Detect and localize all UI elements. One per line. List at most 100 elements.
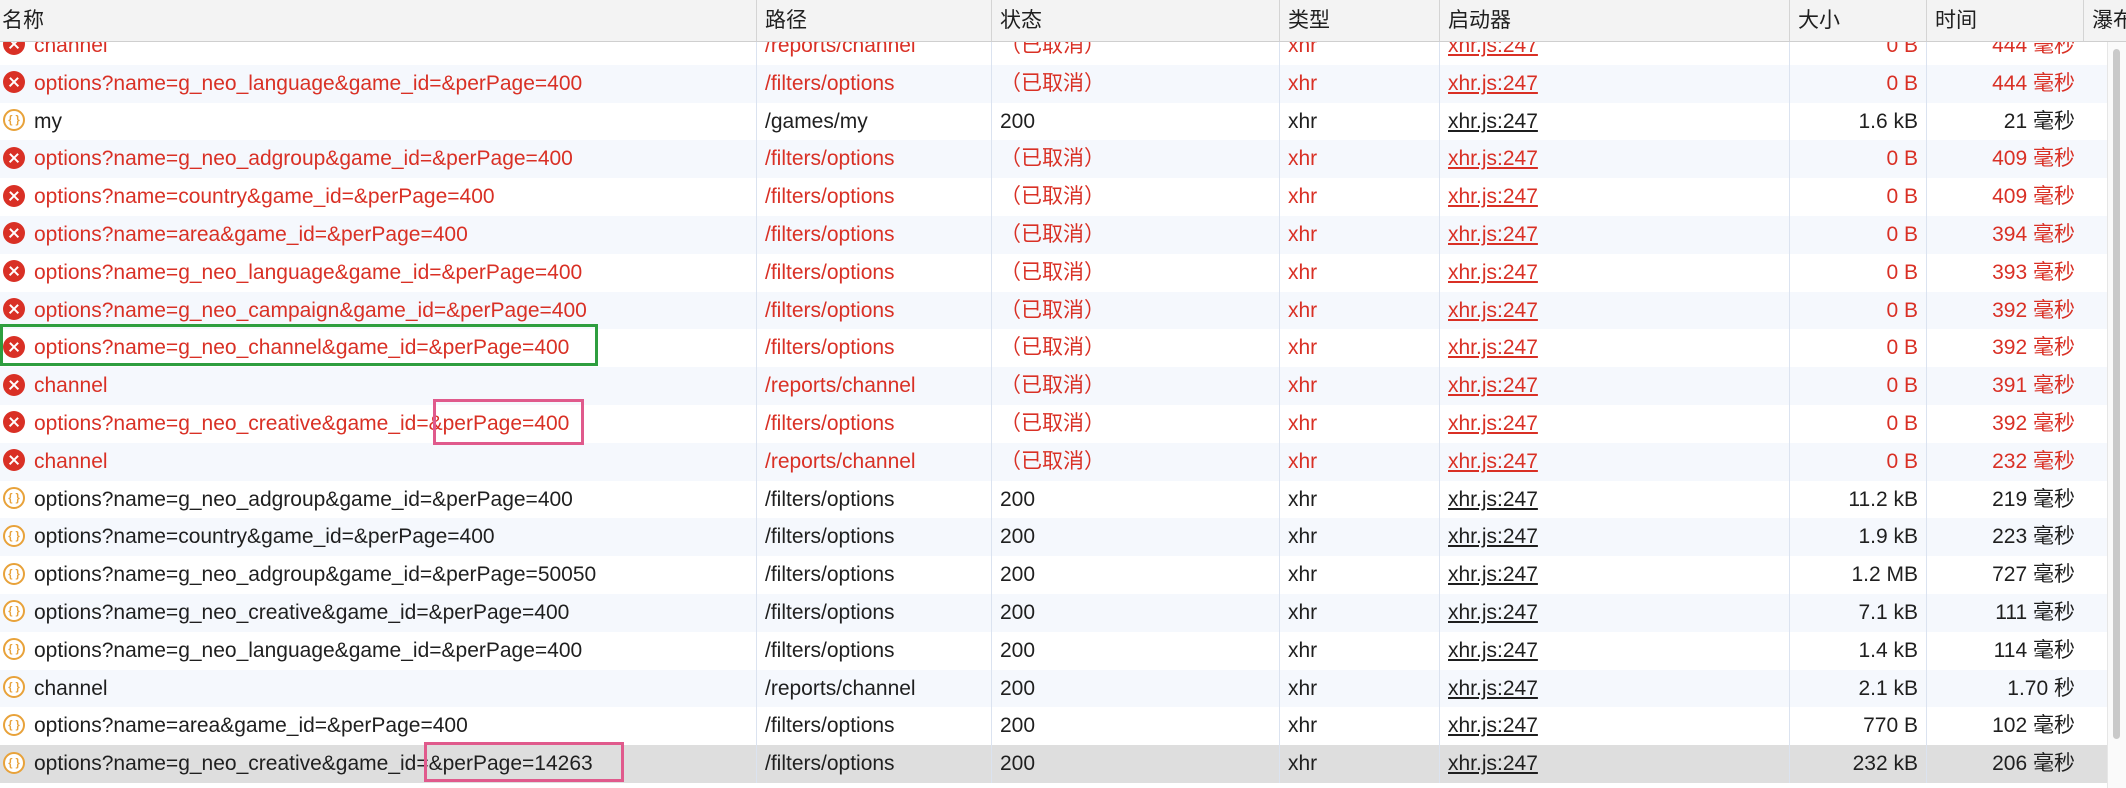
request-row[interactable]: options?name=g_neo_language&game_id=&per…	[0, 253, 2108, 292]
request-row[interactable]: channel/reports/channel （已取消） xhr xhr.js:24…	[0, 367, 2108, 405]
cell-status: 200	[991, 593, 1279, 632]
cell-initiator-text[interactable]: xhr.js:247	[1448, 223, 1538, 246]
vertical-scrollbar[interactable]	[2107, 41, 2126, 788]
cell-name[interactable]: options?name=g_neo_language&game_id=&per…	[0, 254, 756, 292]
cell-initiator[interactable]: xhr.js:247	[1439, 593, 1789, 632]
cell-initiator-text[interactable]: xhr.js:247	[1448, 525, 1538, 548]
cell-name[interactable]: options?name=area&game_id=&perPage=400	[0, 707, 756, 745]
cell-name[interactable]: channel	[0, 443, 756, 481]
xhr-icon	[3, 109, 25, 132]
cell-initiator-text[interactable]: xhr.js:247	[1448, 677, 1538, 700]
cell-initiator-text[interactable]: xhr.js:247	[1448, 72, 1538, 95]
cell-name[interactable]: options?name=g_neo_creative&game_id=&per…	[0, 405, 756, 443]
request-row[interactable]: options?name=country&game_id=&perPage=40…	[0, 178, 2108, 216]
cell-initiator-text[interactable]: xhr.js:247	[1448, 110, 1538, 133]
cell-name[interactable]: options?name=g_neo_campaign&game_id=&per…	[0, 292, 756, 330]
cell-name[interactable]: options?name=g_neo_creative&game_id=&per…	[0, 594, 756, 632]
cell-name[interactable]: options?name=g_neo_adgroup&game_id=&perP…	[0, 481, 756, 519]
request-row[interactable]: options?name=g_neo_language&game_id=&per…	[0, 631, 2108, 670]
cell-initiator[interactable]: xhr.js:247	[1439, 745, 1789, 783]
request-row[interactable]: options?name=g_neo_creative&game_id=&per…	[0, 593, 2108, 632]
cell-initiator-text[interactable]: xhr.js:247	[1448, 714, 1538, 737]
cell-initiator-text[interactable]: xhr.js:247	[1448, 374, 1538, 397]
cell-initiator[interactable]: xhr.js:247	[1439, 480, 1789, 519]
cell-initiator[interactable]: xhr.js:247	[1439, 329, 1789, 368]
cell-initiator[interactable]: xhr.js:247	[1439, 102, 1789, 141]
cell-initiator[interactable]: xhr.js:247	[1439, 556, 1789, 594]
cell-initiator[interactable]: xhr.js:247	[1439, 367, 1789, 405]
cell-initiator[interactable]: xhr.js:247	[1439, 404, 1789, 443]
cell-initiator[interactable]: xhr.js:247	[1439, 707, 1789, 746]
request-row[interactable]: options?name=g_neo_adgroup&game_id=&perP…	[0, 556, 2108, 594]
request-row[interactable]: options?name=g_neo_channel&game_id=&perP…	[0, 329, 2108, 368]
cell-initiator[interactable]: xhr.js:247	[1439, 518, 1789, 557]
request-row[interactable]: channel/reports/channel （已取消） xhr xhr.js:24…	[0, 442, 2108, 481]
request-row[interactable]: my/games/my 200 xhr xhr.js:247 1.6 kB 21 毫秒	[0, 102, 2108, 141]
column-header-waterfall[interactable]: 瀑布	[2083, 0, 2126, 41]
cell-initiator[interactable]: xhr.js:247	[1439, 631, 1789, 670]
cell-initiator[interactable]: xhr.js:247	[1439, 64, 1789, 103]
cell-status: 200	[991, 707, 1279, 746]
cell-size-text: 11.2 kB	[1848, 487, 1918, 511]
cell-initiator-text[interactable]: xhr.js:247	[1448, 488, 1538, 511]
cell-name[interactable]: options?name=g_neo_language&game_id=&per…	[0, 632, 756, 670]
cell-name[interactable]: my	[0, 103, 756, 141]
column-header-type[interactable]: 类型	[1279, 0, 1439, 41]
cell-initiator-text[interactable]: xhr.js:247	[1448, 412, 1538, 435]
request-row[interactable]: options?name=area&game_id=&perPage=400/f…	[0, 707, 2108, 746]
column-header-size[interactable]: 大小	[1789, 0, 1926, 41]
request-row[interactable]: options?name=g_neo_adgroup&game_id=&perP…	[0, 480, 2108, 519]
cell-name[interactable]: options?name=g_neo_language&game_id=&per…	[0, 65, 756, 103]
cell-name[interactable]: options?name=g_neo_adgroup&game_id=&perP…	[0, 140, 756, 178]
cell-time: 1.70 秒	[1926, 669, 2083, 708]
cell-name[interactable]: options?name=g_neo_creative&game_id=&per…	[0, 745, 756, 783]
cell-initiator-text[interactable]: xhr.js:247	[1448, 185, 1538, 208]
request-row[interactable]: options?name=g_neo_adgroup&game_id=&perP…	[0, 140, 2108, 179]
cell-initiator-text[interactable]: xhr.js:247	[1448, 563, 1538, 586]
cell-initiator-text[interactable]: xhr.js:247	[1448, 336, 1538, 359]
cell-initiator[interactable]: xhr.js:247	[1439, 253, 1789, 292]
cell-path-text: /filters/options	[765, 487, 895, 511]
cell-initiator-text[interactable]: xhr.js:247	[1448, 601, 1538, 624]
cell-name[interactable]: channel	[0, 367, 756, 405]
cell-name[interactable]: options?name=country&game_id=&perPage=40…	[0, 178, 756, 216]
cell-initiator[interactable]: xhr.js:247	[1439, 442, 1789, 481]
cell-name-text: options?name=g_neo_channel&game_id=&perP…	[34, 336, 570, 360]
cell-size: 0 B	[1789, 253, 1926, 292]
cell-initiator[interactable]: xhr.js:247	[1439, 178, 1789, 216]
cell-path-text: /filters/options	[765, 147, 895, 171]
column-header-name[interactable]: 名称	[0, 0, 756, 41]
request-row[interactable]: options?name=g_neo_creative&game_id=&per…	[0, 404, 2108, 443]
cell-time-text: 219 毫秒	[1992, 487, 2075, 511]
request-row[interactable]: options?name=country&game_id=&perPage=40…	[0, 518, 2108, 557]
request-row[interactable]: options?name=g_neo_campaign&game_id=&per…	[0, 291, 2108, 330]
column-header-initiator[interactable]: 启动器	[1439, 0, 1789, 41]
request-row[interactable]: options?name=area&game_id=&perPage=400/f…	[0, 215, 2108, 254]
cell-initiator-text[interactable]: xhr.js:247	[1448, 147, 1538, 170]
column-header-status[interactable]: 状态	[991, 0, 1279, 41]
cell-name[interactable]: channel	[0, 670, 756, 708]
request-row[interactable]: options?name=g_neo_language&game_id=&per…	[0, 64, 2108, 103]
cell-initiator-text[interactable]: xhr.js:247	[1448, 261, 1538, 284]
cell-initiator[interactable]: xhr.js:247	[1439, 215, 1789, 254]
cell-name[interactable]: options?name=g_neo_adgroup&game_id=&perP…	[0, 556, 756, 594]
column-header-path[interactable]: 路径	[756, 0, 991, 41]
cell-initiator[interactable]: xhr.js:247	[1439, 669, 1789, 708]
cell-initiator-text[interactable]: xhr.js:247	[1448, 299, 1538, 322]
cell-type: xhr	[1279, 102, 1439, 141]
request-row[interactable]: options?name=g_neo_creative&game_id=&per…	[0, 745, 2108, 783]
column-header-time[interactable]: 时间	[1926, 0, 2083, 41]
cell-initiator[interactable]: xhr.js:247	[1439, 140, 1789, 179]
cell-name[interactable]: options?name=area&game_id=&perPage=400	[0, 216, 756, 254]
cell-initiator[interactable]: xhr.js:247	[1439, 291, 1789, 330]
cell-initiator-text[interactable]: xhr.js:247	[1448, 450, 1538, 473]
cell-status-text: 200	[1000, 525, 1036, 549]
cell-name[interactable]: options?name=country&game_id=&perPage=40…	[0, 518, 756, 556]
cell-status: （已取消）	[991, 215, 1279, 254]
cell-initiator-text[interactable]: xhr.js:247	[1448, 752, 1538, 775]
request-row[interactable]: channel/reports/channel 200 xhr xhr.js:247 2…	[0, 669, 2108, 708]
cell-name[interactable]: options?name=g_neo_channel&game_id=&perP…	[0, 329, 756, 367]
scrollbar-thumb[interactable]	[2113, 49, 2120, 739]
cell-name-text: options?name=g_neo_adgroup&game_id=&perP…	[34, 563, 597, 587]
cell-initiator-text[interactable]: xhr.js:247	[1448, 639, 1538, 662]
